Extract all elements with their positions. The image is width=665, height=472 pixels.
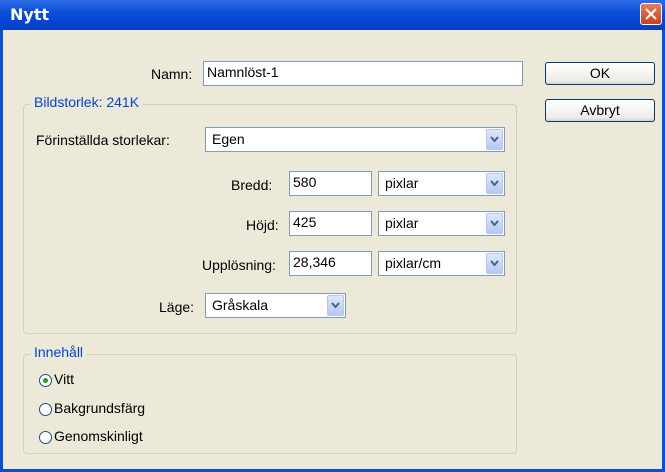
width-unit-select[interactable]: pixlar — [378, 171, 505, 196]
name-input[interactable]: Namnlöst-1 — [203, 61, 523, 86]
close-button[interactable] — [640, 3, 662, 25]
resolution-unit-value: pixlar/cm — [385, 255, 442, 271]
preset-label: Förinställda storlekar: — [36, 132, 170, 148]
resolution-input[interactable]: 28,346 — [289, 251, 372, 276]
chevron-down-icon[interactable] — [486, 213, 503, 234]
height-input[interactable]: 425 — [289, 211, 372, 236]
radio-button[interactable] — [39, 431, 52, 444]
height-unit-value: pixlar — [385, 215, 419, 231]
contents-legend: Innehåll — [30, 344, 88, 360]
chevron-down-icon[interactable] — [486, 173, 503, 194]
preset-select[interactable]: Egen — [205, 127, 505, 152]
chevron-down-icon[interactable] — [327, 295, 344, 316]
chevron-down-icon[interactable] — [486, 129, 503, 150]
radio-selected-dot — [43, 378, 48, 383]
mode-label: Läge: — [159, 299, 195, 315]
new-document-dialog: Nytt Namn: Namnlöst-1 OK Avbryt Bildstor… — [0, 0, 665, 472]
ok-button[interactable]: OK — [545, 62, 655, 85]
height-unit-select[interactable]: pixlar — [378, 211, 505, 236]
radio-button[interactable] — [39, 403, 52, 416]
close-icon — [645, 8, 657, 20]
width-label: Bredd: — [231, 177, 273, 193]
window-title: Nytt — [10, 5, 50, 24]
radio-label[interactable]: Vitt — [54, 371, 74, 387]
image-size-legend: Bildstorlek: 241K — [30, 94, 144, 110]
preset-value: Egen — [212, 131, 245, 147]
resolution-label: Upplösning: — [202, 257, 276, 273]
width-unit-value: pixlar — [385, 175, 419, 191]
chevron-down-icon[interactable] — [486, 253, 503, 274]
resolution-unit-select[interactable]: pixlar/cm — [378, 251, 505, 276]
mode-value: Gråskala — [212, 297, 269, 313]
radio-label[interactable]: Genomskinligt — [54, 428, 143, 444]
title-bar[interactable]: Nytt — [0, 0, 665, 30]
radio-button[interactable] — [39, 374, 52, 387]
width-input[interactable]: 580 — [289, 171, 372, 196]
name-label: Namn: — [151, 66, 193, 82]
mode-select[interactable]: Gråskala — [205, 293, 346, 318]
cancel-button[interactable]: Avbryt — [545, 99, 655, 122]
radio-label[interactable]: Bakgrundsfärg — [54, 400, 145, 416]
height-label: Höjd: — [246, 217, 279, 233]
